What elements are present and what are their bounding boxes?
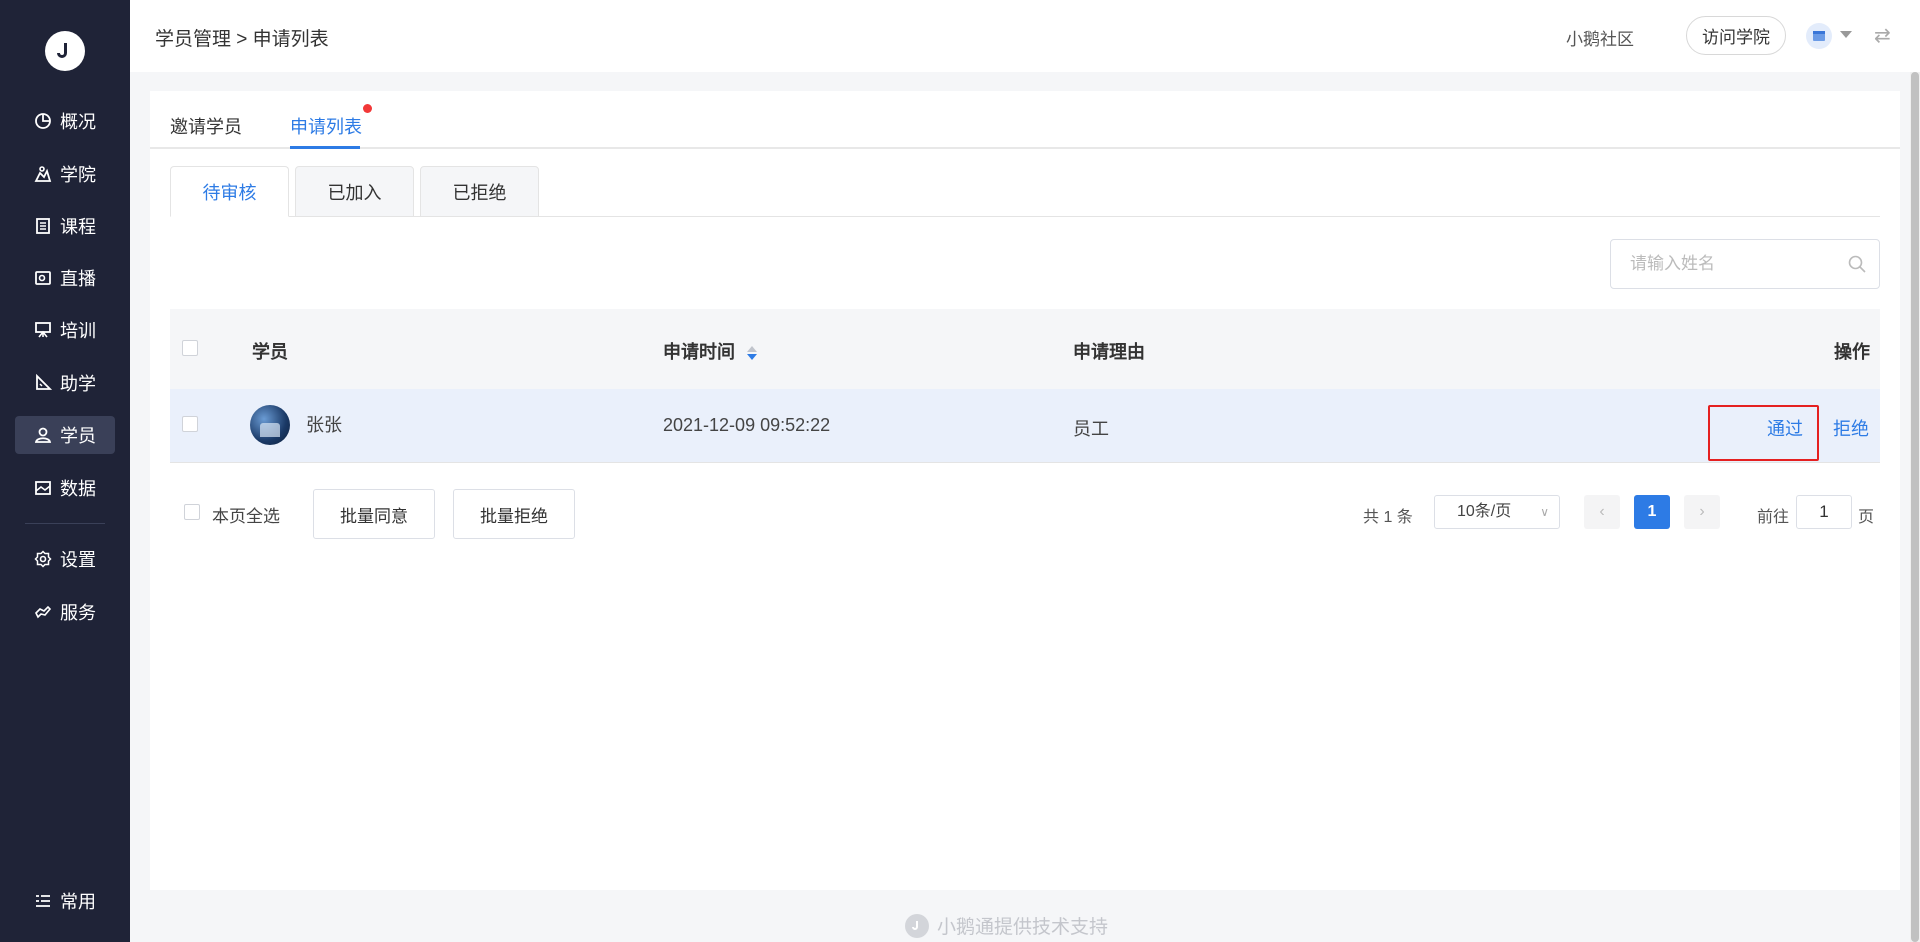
sidebar-item-overview[interactable]: 概况 — [15, 102, 115, 140]
sidebar-item-label: 助学 — [60, 374, 96, 394]
row-checkbox[interactable] — [182, 416, 198, 432]
sidebar-item-assist[interactable]: 助学 — [15, 364, 115, 402]
sidebar-item-label: 常用 — [60, 892, 96, 912]
scrollbar[interactable] — [1910, 72, 1920, 942]
shop-icon[interactable] — [1806, 23, 1832, 49]
page-size-value: 10条/页 — [1457, 503, 1512, 520]
document-icon — [34, 217, 52, 235]
chevron-down-icon[interactable] — [1840, 31, 1852, 38]
tab-application-list[interactable]: 申请列表 — [290, 113, 362, 139]
sidebar-item-label: 学员 — [60, 426, 96, 446]
sidebar-item-service[interactable]: 服务 — [15, 593, 115, 631]
sidebar-item-label: 概况 — [60, 112, 96, 132]
avatar — [250, 405, 290, 445]
sidebar-item-label: 设置 — [60, 550, 96, 570]
sort-icon[interactable] — [746, 345, 758, 361]
table-header: 学员 申请时间 申请理由 操作 — [170, 309, 1880, 389]
academy-icon — [34, 165, 52, 183]
approve-highlight-box — [1708, 405, 1819, 461]
search-input[interactable] — [1612, 241, 1842, 287]
table-row: 张张 2021-12-09 09:52:22 员工 通过 拒绝 — [170, 389, 1880, 463]
column-header-time-label: 申请时间 — [663, 342, 735, 362]
main-tabs: 邀请学员 申请列表 — [150, 91, 1900, 149]
sidebar-item-academy[interactable]: 学院 — [15, 155, 115, 193]
total-count: 共 1 条 — [1363, 509, 1413, 526]
list-icon — [34, 892, 52, 910]
select-all-label[interactable]: 本页全选 — [212, 502, 280, 527]
sidebar-item-settings[interactable]: 设置 — [15, 540, 115, 578]
active-tab-indicator — [290, 146, 360, 149]
search-icon[interactable] — [1847, 254, 1867, 274]
batch-reject-button[interactable]: 批量拒绝 — [453, 489, 575, 539]
live-camera-icon — [34, 269, 52, 287]
reject-link[interactable]: 拒绝 — [1833, 415, 1869, 441]
goto-label: 前往 — [1757, 509, 1790, 526]
tab-invite-students[interactable]: 邀请学员 — [170, 113, 242, 139]
sidebar-item-label: 学院 — [60, 165, 96, 185]
column-header-actions: 操作 — [1834, 342, 1870, 362]
footer-text: 小鹅通提供技术支持 — [937, 917, 1109, 938]
sidebar-item-label: 数据 — [60, 479, 96, 499]
student-name: 张张 — [306, 415, 342, 435]
top-header: 学员管理 > 申请列表 小鹅社区 访问学院 ⇄ — [130, 0, 1920, 72]
search-box — [1610, 239, 1880, 289]
application-reason: 员工 — [1073, 419, 1109, 439]
page-size-select[interactable]: 10条/页 ∨ — [1434, 495, 1560, 529]
breadcrumb: 学员管理 > 申请列表 — [155, 29, 329, 50]
prev-page-button[interactable]: ‹ — [1584, 495, 1620, 529]
pie-chart-icon — [34, 112, 52, 130]
footer: 小鹅通提供技术支持 — [905, 912, 1108, 939]
column-header-student: 学员 — [252, 342, 288, 362]
ruler-icon — [34, 374, 52, 392]
goto-page-input[interactable]: 1 — [1796, 495, 1852, 529]
page-number-current[interactable]: 1 — [1634, 495, 1670, 529]
community-link[interactable]: 小鹅社区 — [1566, 25, 1634, 50]
page-suffix: 页 — [1858, 509, 1875, 526]
handshake-icon — [34, 603, 52, 621]
tab-pending[interactable]: 待审核 — [170, 166, 289, 217]
scrollbar-thumb[interactable] — [1911, 72, 1919, 942]
batch-approve-button[interactable]: 批量同意 — [313, 489, 435, 539]
chevron-down-icon: ∨ — [1540, 505, 1549, 519]
sidebar-item-data[interactable]: 数据 — [15, 469, 115, 507]
sidebar-item-label: 课程 — [60, 217, 96, 237]
logo-icon — [57, 43, 67, 58]
column-header-time[interactable]: 申请时间 — [663, 338, 758, 364]
picture-icon — [34, 479, 52, 497]
switch-icon[interactable]: ⇄ — [1874, 23, 1891, 48]
sidebar: 概况 学院 课程 直播 培训 助学 学员 数据 设置 服务 常用 — [0, 0, 130, 942]
tab-joined[interactable]: 已加入 — [295, 166, 414, 217]
gear-icon — [34, 550, 52, 568]
sidebar-item-course[interactable]: 课程 — [15, 207, 115, 245]
sidebar-item-live[interactable]: 直播 — [15, 259, 115, 297]
visit-academy-button[interactable]: 访问学院 — [1686, 16, 1786, 55]
page-select-all-checkbox[interactable] — [184, 504, 200, 520]
sidebar-item-common[interactable]: 常用 — [15, 882, 115, 920]
sidebar-item-students[interactable]: 学员 — [15, 416, 115, 454]
training-board-icon — [34, 321, 52, 339]
sidebar-item-label: 直播 — [60, 269, 96, 289]
sidebar-item-training[interactable]: 培训 — [15, 311, 115, 349]
logo[interactable] — [45, 31, 85, 71]
sidebar-item-label: 服务 — [60, 603, 96, 623]
sidebar-divider — [25, 523, 105, 524]
tab-rejected[interactable]: 已拒绝 — [420, 166, 539, 217]
user-icon — [34, 426, 52, 444]
select-all-checkbox[interactable] — [182, 340, 198, 356]
column-header-reason: 申请理由 — [1073, 342, 1145, 362]
content-card: 邀请学员 申请列表 待审核 已加入 已拒绝 学员 申请时间 申请理由 操作 张张… — [150, 91, 1900, 890]
notification-dot — [363, 104, 372, 113]
next-page-button[interactable]: › — [1684, 495, 1720, 529]
brand-icon — [905, 913, 929, 938]
application-time: 2021-12-09 09:52:22 — [663, 415, 831, 435]
sidebar-item-label: 培训 — [60, 321, 96, 341]
